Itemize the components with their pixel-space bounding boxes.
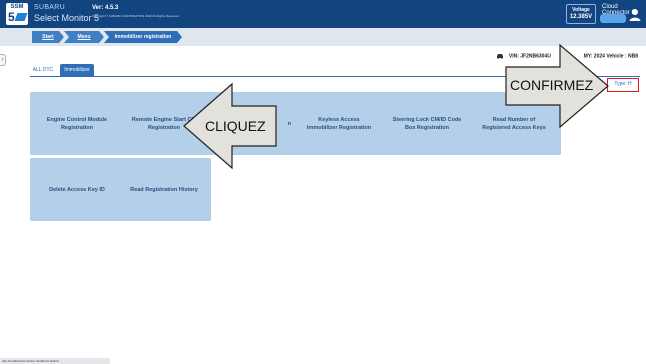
- side-panel-toggle[interactable]: ›: [0, 54, 6, 66]
- delete-access-key-id-button[interactable]: Delete Access Key ID: [30, 158, 124, 221]
- breadcrumb-immobilizer-registration: Immobilizer registration: [104, 31, 182, 43]
- product-name: Select Monitor 5: [34, 13, 100, 23]
- type-indicator: Type: H: [607, 78, 639, 92]
- steering-lock-cm-id-code-box-registration-button[interactable]: Steering Lock CM/ID Code Box Registratio…: [380, 92, 474, 155]
- tab-all-dtc[interactable]: ALL DTC: [30, 64, 56, 76]
- vehicle-label: Vehicle : NB8: [606, 53, 638, 60]
- ssm5-logo: SSM 5: [6, 3, 28, 25]
- click-callout-text: CLIQUEZ: [205, 118, 266, 134]
- version-label: Ver: 4.5.3: [92, 5, 119, 11]
- brand-name: SUBARU: [34, 4, 65, 11]
- keyless-access-immobilizer-registration-button[interactable]: Keyless Access Immobilizer Registration: [292, 92, 386, 155]
- breadcrumb-start[interactable]: Start: [32, 31, 64, 43]
- app-window: SSM 5 SUBARU Select Monitor 5 Ver: 4.5.3…: [0, 0, 646, 364]
- breadcrumb-menu[interactable]: Menu: [64, 31, 104, 43]
- engine-control-module-registration-button[interactable]: Engine Control Module Registration: [30, 92, 124, 155]
- status-bar-url: http://localhost/smr/index.html#/immobil…: [0, 358, 110, 364]
- copyright-text: Copyright © SUBARU CORPORATION 2020 All …: [92, 14, 180, 18]
- confirm-callout-text: CONFIRMEZ: [510, 77, 594, 93]
- cloud-connector-id-field[interactable]: [600, 14, 626, 23]
- user-icon[interactable]: [629, 8, 641, 22]
- voltage-indicator: Voltage 12.385V: [566, 4, 596, 24]
- app-header: SSM 5 SUBARU Select Monitor 5 Ver: 4.5.3…: [0, 0, 646, 28]
- tab-immobilizer[interactable]: Immobilizer: [60, 64, 94, 76]
